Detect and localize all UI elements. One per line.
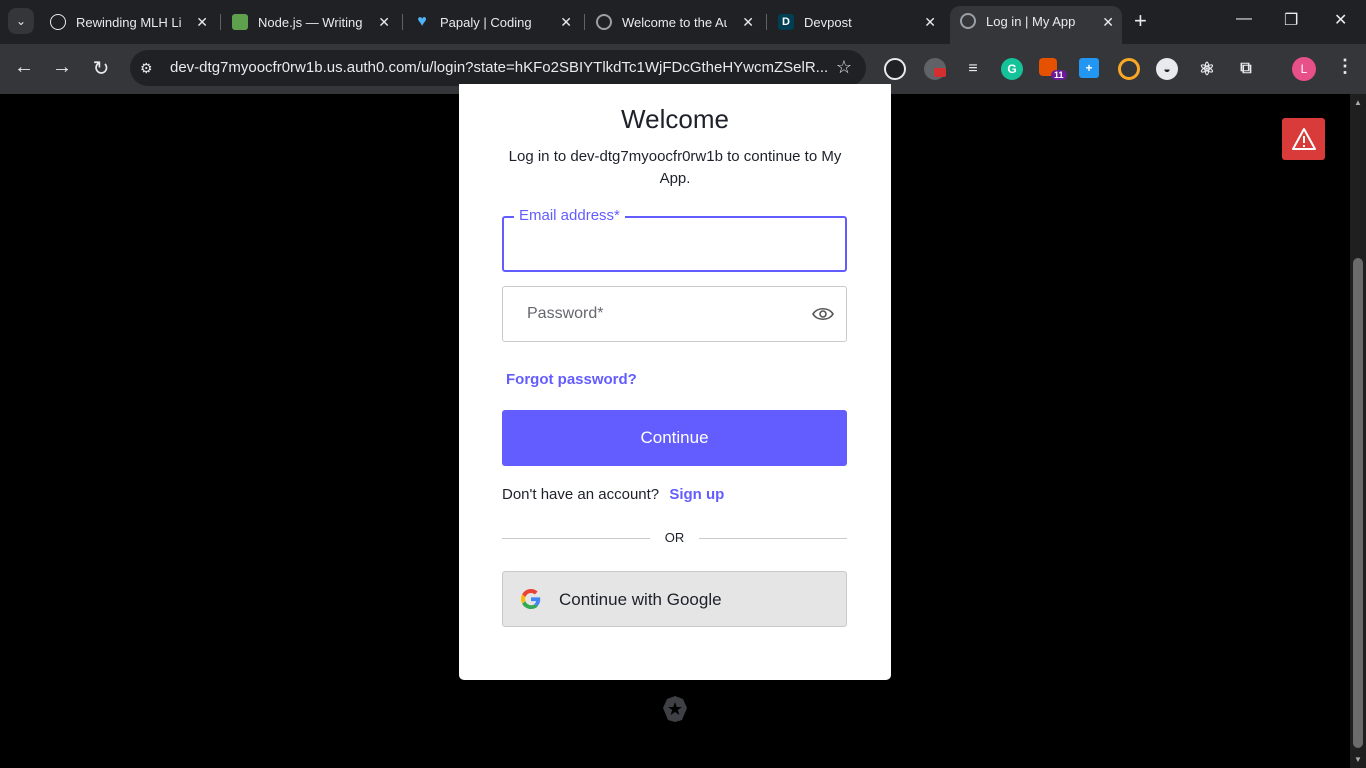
continue-button[interactable]: Continue: [502, 410, 847, 466]
scroll-up-icon[interactable]: ▲: [1354, 98, 1362, 107]
globe-icon: [596, 14, 612, 30]
close-window-button[interactable]: ✕: [1334, 10, 1347, 30]
menu-kebab-icon[interactable]: ⋮: [1336, 56, 1354, 77]
tab-title: Devpost: [804, 14, 852, 30]
tab-strip: ⌄ Rewinding MLH Live ✕ Node.js — Writing…: [0, 0, 1366, 44]
forgot-password-link[interactable]: Forgot password?: [506, 371, 637, 388]
password-field[interactable]: Password*: [502, 286, 847, 342]
login-subtitle: Log in to dev-dtg7myoocfr0rw1b to contin…: [508, 148, 842, 187]
password-placeholder: Password*: [527, 305, 604, 322]
profile-avatar[interactable]: L: [1292, 57, 1316, 81]
plus-icon: +: [1134, 8, 1147, 33]
tab-divider: [402, 14, 403, 30]
tab-devpost[interactable]: D Devpost ✕: [778, 8, 944, 36]
openai-icon: [50, 14, 66, 30]
tab-title: Rewinding MLH Live: [76, 14, 181, 30]
tab-title: Node.js — Writing f: [258, 14, 363, 30]
close-icon[interactable]: ✕: [1102, 14, 1114, 31]
ring-extension-icon[interactable]: [1118, 58, 1140, 80]
extension-icon[interactable]: [884, 58, 906, 80]
signup-link[interactable]: Sign up: [669, 486, 724, 503]
puzzle-icon[interactable]: ⧉: [1235, 58, 1257, 80]
divider-line: [699, 538, 847, 539]
globe-icon: [960, 13, 976, 29]
back-button[interactable]: ←: [11, 56, 37, 79]
site-info-icon[interactable]: ⚙: [140, 60, 156, 76]
tab-title: Welcome to the Aut: [622, 14, 727, 30]
grammarly-icon[interactable]: G: [1001, 58, 1023, 80]
tab-nodejs[interactable]: Node.js — Writing f ✕: [232, 8, 398, 36]
or-divider: OR: [502, 528, 847, 548]
arrow-left-icon: ←: [14, 56, 34, 78]
warning-triangle-icon: [1291, 128, 1316, 150]
arrow-right-icon: →: [52, 56, 72, 78]
plus-extension-icon[interactable]: +: [1079, 58, 1099, 78]
forward-button[interactable]: →: [49, 56, 75, 79]
blocked-badge-icon: [934, 68, 946, 77]
react-icon[interactable]: ⚛: [1196, 58, 1218, 80]
eye-icon[interactable]: [812, 305, 834, 323]
reload-icon: ↻: [92, 58, 110, 80]
google-login-button[interactable]: Continue with Google: [502, 571, 847, 627]
tab-login-active[interactable]: Log in | My App ✕: [950, 6, 1122, 44]
close-icon[interactable]: ✕: [742, 14, 754, 31]
reload-button[interactable]: ↻: [88, 56, 114, 81]
tab-title: Papaly | Coding: [440, 14, 532, 30]
auth0-logo-icon: [663, 696, 687, 722]
heart-icon: ♥: [417, 13, 427, 30]
page-title: Welcome: [621, 104, 729, 134]
close-icon[interactable]: ✕: [196, 14, 208, 31]
warning-button[interactable]: [1282, 118, 1325, 160]
signup-row: Don't have an account? Sign up: [502, 486, 724, 503]
list-icon[interactable]: ≡: [962, 58, 984, 80]
tab-papaly[interactable]: ♥ Papaly | Coding ✕: [414, 8, 580, 36]
no-account-text: Don't have an account?: [502, 486, 660, 503]
tab-divider: [584, 14, 585, 30]
tab-title: Log in | My App: [986, 13, 1076, 29]
restore-button[interactable]: ❐: [1284, 10, 1298, 30]
scrollbar-thumb[interactable]: [1353, 258, 1363, 748]
tab-search-button[interactable]: ⌄: [8, 8, 34, 34]
extension-icon[interactable]: 11: [1039, 58, 1067, 80]
url-text[interactable]: dev-dtg7myoocfr0rw1b.us.auth0.com/u/logi…: [170, 59, 830, 76]
page-viewport: Welcome Log in to dev-dtg7myoocfr0rw1b t…: [0, 84, 1366, 768]
login-card: Welcome Log in to dev-dtg7myoocfr0rw1b t…: [459, 84, 891, 680]
close-icon[interactable]: ✕: [560, 14, 572, 31]
extension-icon[interactable]: ◒: [1156, 58, 1178, 80]
close-icon[interactable]: ✕: [924, 14, 936, 31]
google-icon: [521, 589, 541, 609]
tab-rewinding-mlh[interactable]: Rewinding MLH Live ✕: [50, 8, 216, 36]
minimize-button[interactable]: —: [1236, 10, 1252, 28]
chevron-down-icon: ⌄: [15, 14, 27, 28]
tab-welcome-auth[interactable]: Welcome to the Aut ✕: [596, 8, 762, 36]
scroll-down-icon[interactable]: ▼: [1354, 755, 1362, 764]
email-label: Email address*: [514, 207, 625, 224]
address-bar[interactable]: ⚙ dev-dtg7myoocfr0rw1b.us.auth0.com/u/lo…: [130, 50, 866, 86]
email-field[interactable]: Email address*: [502, 207, 847, 272]
extension-icon[interactable]: [924, 58, 946, 80]
tab-divider: [766, 14, 767, 30]
close-icon[interactable]: ✕: [378, 14, 390, 31]
google-button-label: Continue with Google: [559, 590, 722, 609]
nodejs-icon: [232, 14, 248, 30]
extension-badge: 11: [1051, 70, 1067, 80]
devpost-icon: D: [778, 14, 794, 30]
bookmark-star-icon[interactable]: ☆: [836, 57, 852, 78]
new-tab-button[interactable]: +: [1134, 10, 1147, 32]
page-scrollbar[interactable]: ▲ ▼: [1350, 94, 1366, 768]
tab-divider: [220, 14, 221, 30]
